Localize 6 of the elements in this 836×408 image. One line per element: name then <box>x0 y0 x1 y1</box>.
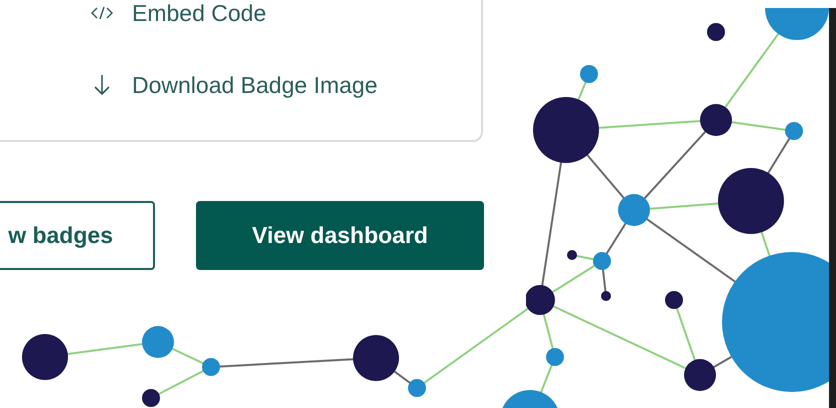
menu-item-link[interactable]: Download Badge Image <box>132 72 378 98</box>
view-dashboard-button[interactable]: View dashboard <box>196 201 484 270</box>
menu-item-link[interactable]: Embed Code <box>132 0 266 26</box>
view-badges-button[interactable]: w badges <box>0 201 155 270</box>
download-icon <box>93 74 111 96</box>
code-icon <box>91 6 113 20</box>
